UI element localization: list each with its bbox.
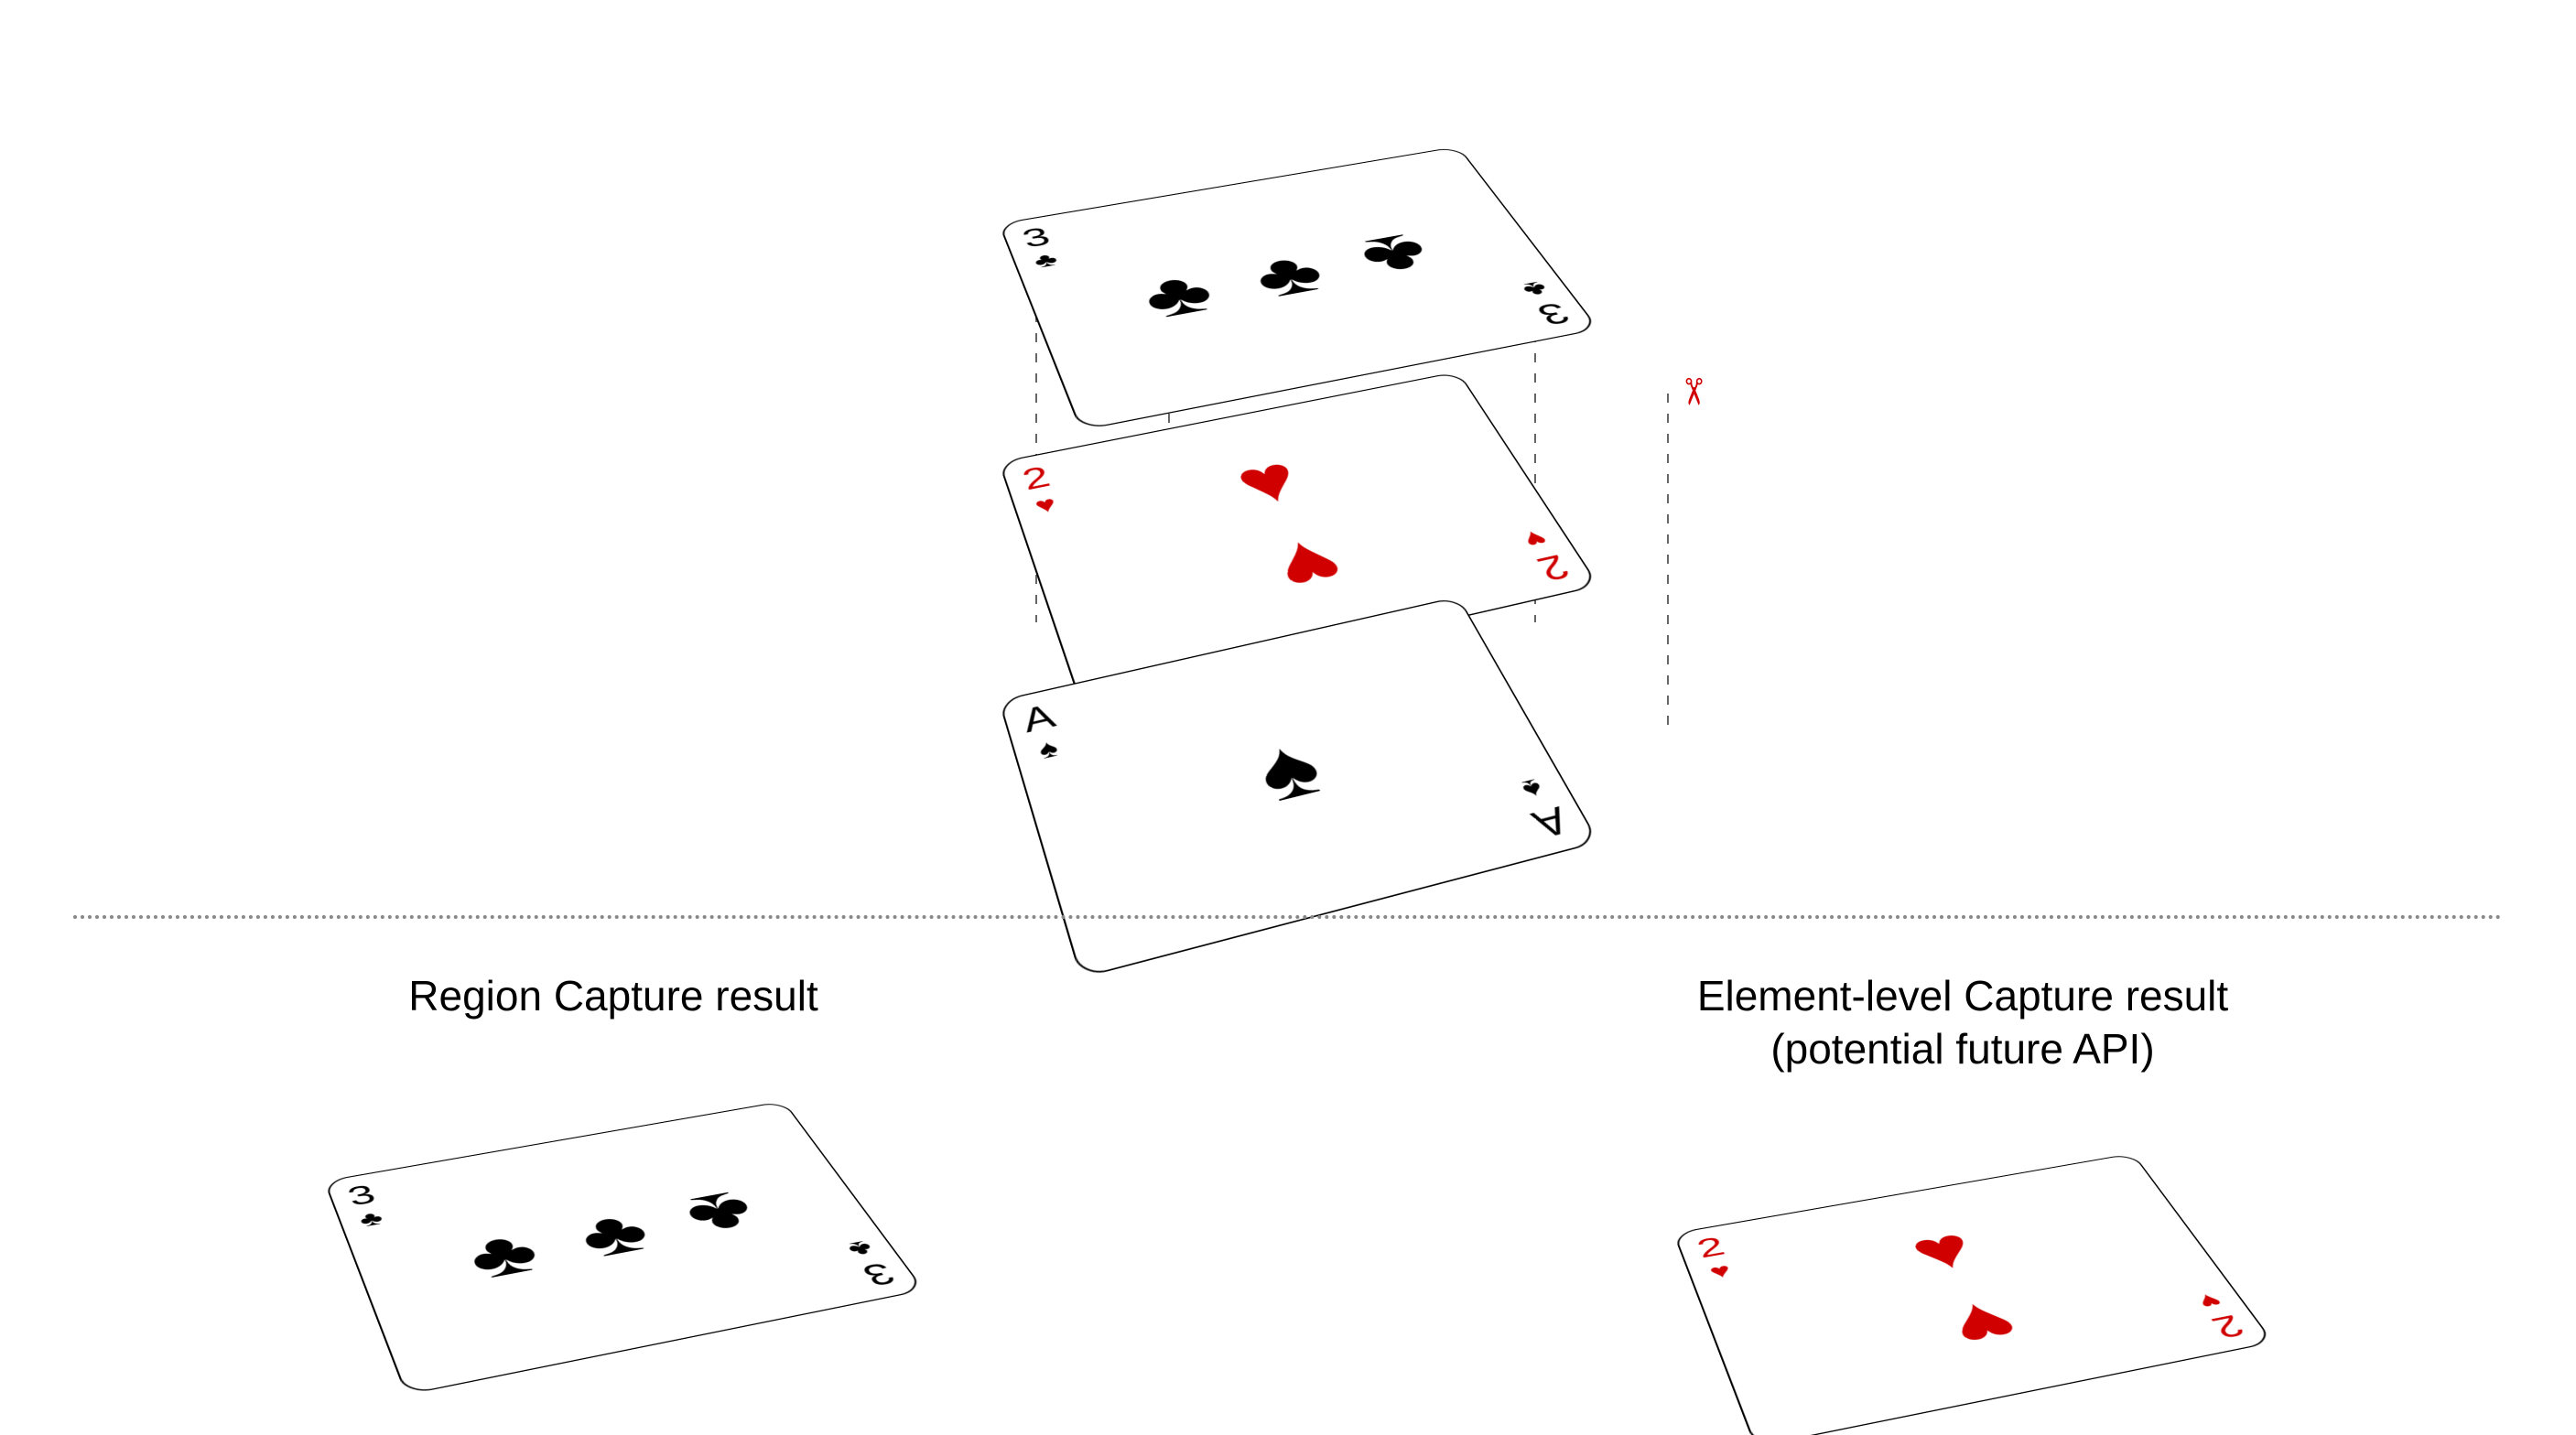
pip: ♥ xyxy=(1265,526,1356,605)
card-rank: 2 xyxy=(2206,1310,2251,1342)
card-suit-small: ♣ xyxy=(356,1207,385,1230)
pip: ♣ xyxy=(567,1201,661,1268)
pip: ♥ xyxy=(1940,1290,2030,1360)
card-rank: A xyxy=(1019,699,1059,739)
scissors-icon: ✂ xyxy=(1672,376,1714,407)
pip: ♥ xyxy=(1900,1219,1986,1281)
card-pips: ♠ xyxy=(1088,642,1499,915)
card-corner-bottom-right: 2 ♥ xyxy=(2191,1289,2251,1343)
card-rank: 3 xyxy=(1019,223,1055,252)
card-suit-small: ♥ xyxy=(1032,492,1059,518)
result-card-layer: 3 ♣ 3 ♣ ♣ ♣ ♣ xyxy=(323,1100,925,1395)
result-card-3-clubs: 3 ♣ 3 ♣ ♣ ♣ ♣ xyxy=(323,1100,925,1395)
card-suit-small: ♠ xyxy=(1517,774,1548,804)
card-corner-bottom-right: 3 ♣ xyxy=(841,1236,902,1290)
card-3-clubs: 3 ♣ 3 ♣ ♣ ♣ ♣ xyxy=(998,146,1599,431)
card-rank: 3 xyxy=(857,1257,902,1289)
card-rank: 2 xyxy=(1019,462,1055,495)
element-capture-result: Element-level Capture result (potential … xyxy=(1459,970,2466,1435)
section-divider xyxy=(73,915,2503,919)
card-rank: 3 xyxy=(344,1181,380,1210)
region-caption: Region Capture result xyxy=(110,970,1117,1023)
diagram-stage: ✂ 3 ♣ 3 ♣ ♣ ♣ ♣ xyxy=(0,0,2576,1435)
caption-subline: (potential future API) xyxy=(1459,1023,2466,1076)
card-corner-top-left: 3 ♣ xyxy=(344,1181,388,1231)
region-capture-result: Region Capture result 3 ♣ 3 ♣ ♣ ♣ ♣ xyxy=(110,970,1117,1408)
pip: ♣ xyxy=(458,1220,550,1289)
card-suit-small: ♣ xyxy=(1518,277,1553,300)
card-rank: 2 xyxy=(1532,549,1576,586)
pip: ♣ xyxy=(1348,224,1445,287)
pip: ♣ xyxy=(674,1181,770,1246)
card-suit-small: ♠ xyxy=(1035,735,1061,763)
card-rank: 2 xyxy=(1694,1233,1729,1262)
card-corner-top-left: A ♠ xyxy=(1019,699,1068,765)
card-suit-small: ♣ xyxy=(843,1236,879,1260)
card-rank: 3 xyxy=(1532,298,1576,329)
element-result-scene: 2 ♥ 2 ♥ ♥ ♥ xyxy=(1459,1094,2466,1435)
card-rank: A xyxy=(1526,800,1575,843)
result-card-2-hearts: 2 ♥ 2 ♥ ♥ ♥ xyxy=(1672,1153,2274,1435)
caption-line: Region Capture result xyxy=(408,972,817,1020)
pip: ♣ xyxy=(1132,262,1225,329)
card-corner-top-left: 3 ♣ xyxy=(1019,223,1063,272)
card-pips: ♣ ♣ ♣ xyxy=(1088,180,1499,384)
pip: ♥ xyxy=(1226,446,1311,517)
card-corner-bottom-right: A ♠ xyxy=(1510,772,1575,844)
card-corner-bottom-right: 2 ♥ xyxy=(1516,524,1576,586)
stack-layer-top: 3 ♣ 3 ♣ ♣ ♣ ♣ xyxy=(998,146,1599,431)
card-pips: ♣ ♣ ♣ xyxy=(414,1136,825,1346)
card-suit-small: ♣ xyxy=(1031,250,1060,272)
region-result-scene: 3 ♣ 3 ♣ ♣ ♣ ♣ xyxy=(110,1041,1117,1408)
card-suit-small: ♥ xyxy=(1519,525,1552,552)
card-corner-top-left: 2 ♥ xyxy=(1694,1233,1737,1283)
card-corner-top-left: 2 ♥ xyxy=(1019,462,1063,519)
exploded-stack-scene: ✂ 3 ♣ 3 ♣ ♣ ♣ ♣ xyxy=(739,37,1837,879)
caption-line: Element-level Capture result xyxy=(1697,972,2228,1020)
pip: ♠ xyxy=(1244,724,1334,815)
card-suit-small: ♥ xyxy=(2193,1289,2226,1312)
result-card-layer: 2 ♥ 2 ♥ ♥ ♥ xyxy=(1672,1153,2274,1435)
pip: ♣ xyxy=(1241,243,1336,308)
element-caption: Element-level Capture result (potential … xyxy=(1459,970,2466,1075)
card-corner-bottom-right: 3 ♣ xyxy=(1516,277,1576,329)
card-pips: ♥ ♥ xyxy=(1763,1188,2174,1398)
card-suit-small: ♥ xyxy=(1706,1260,1734,1282)
